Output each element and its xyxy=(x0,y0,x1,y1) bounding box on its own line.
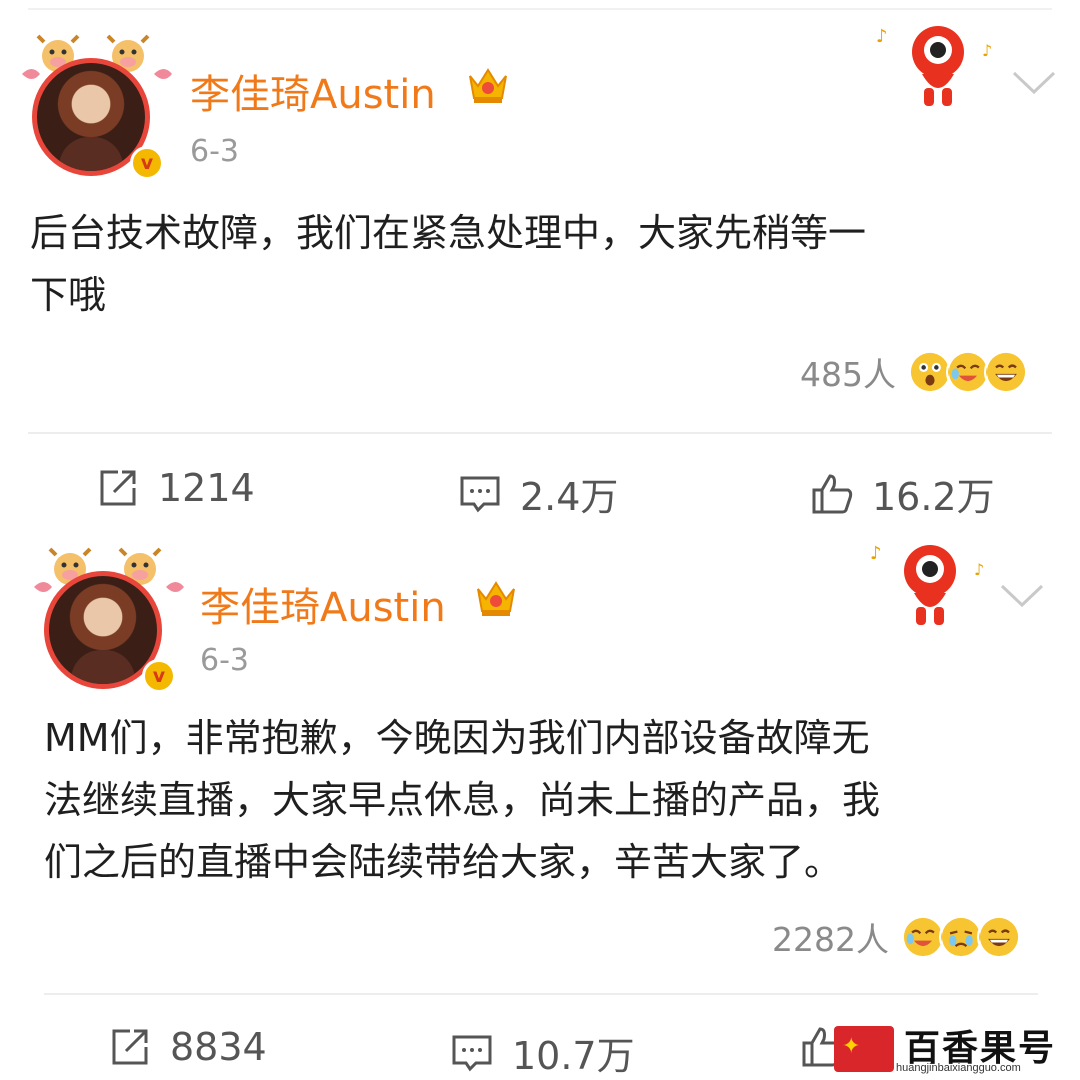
like-icon xyxy=(812,473,853,513)
content-line: MM们，非常抱歉，今晚因为我们内部设备故障无 xyxy=(44,716,870,760)
mascot-icon: ♪♪ xyxy=(870,543,984,625)
content-line: 下哦 xyxy=(30,273,107,317)
repost-icon xyxy=(100,470,136,506)
svg-text:♪: ♪ xyxy=(876,26,888,47)
weibo-post: v 李佳琦Austin 6-3 ♪ ♪ MM们，非常抱歉，今晚因为我们内部设备故障… xyxy=(0,535,1080,1080)
divider xyxy=(28,8,1052,10)
post-content: MM们，非常抱歉，今晚因为我们内部设备故障无 法继续直播，大家早点休息，尚未上播… xyxy=(44,707,880,893)
divider xyxy=(44,993,1038,995)
grinning-emoji-icon xyxy=(976,915,1021,959)
crown-icon xyxy=(477,581,515,616)
comment-icon xyxy=(460,476,500,512)
svg-text:♪: ♪ xyxy=(982,41,992,60)
post-date: 6-3 xyxy=(190,134,239,169)
divider xyxy=(28,432,1052,434)
repost-icon xyxy=(112,1029,148,1065)
grinning-emoji-icon xyxy=(984,350,1028,394)
post-content: 后台技术故障，我们在紧急处理中，大家先稍等一 下哦 xyxy=(30,202,866,326)
repost-count: 8834 xyxy=(170,1025,267,1069)
weibo-post: v 李佳琦Austin 6-3 ♪ ♪ 后台技术故障，我们在紧急处理中，大家先稍等… xyxy=(0,0,1080,535)
user-avatar[interactable]: v xyxy=(34,547,184,693)
username[interactable]: 李佳琦Austin xyxy=(190,62,436,120)
username[interactable]: 李佳琦Austin xyxy=(200,575,446,633)
watermark-url: huangjinbaixiangguo.com xyxy=(896,1062,1021,1074)
comment-icon xyxy=(452,1035,492,1071)
watermark: 百香果号 huangjinbaixiangguo.com xyxy=(834,1020,1066,1078)
verified-badge: v xyxy=(130,146,164,180)
svg-text:♪: ♪ xyxy=(870,543,882,564)
comment-count: 2.4万 xyxy=(520,475,619,519)
content-line: 法继续直播，大家早点休息，尚未上播的产品，我 xyxy=(44,778,881,822)
comment-button[interactable]: 2.4万 xyxy=(458,466,618,521)
reactions-bar[interactable]: 485人 xyxy=(800,348,1028,396)
reactions-bar[interactable]: 2282人 xyxy=(772,913,1021,961)
chevron-down-icon[interactable] xyxy=(1012,70,1056,96)
chevron-down-icon[interactable] xyxy=(1000,583,1044,609)
user-avatar[interactable]: v xyxy=(22,34,172,180)
repost-button[interactable]: 8834 xyxy=(108,1025,267,1069)
reactions-count: 485人 xyxy=(800,355,896,394)
repost-count: 1214 xyxy=(158,466,255,510)
crown-icon xyxy=(469,68,507,103)
mascot-icon: ♪♪ xyxy=(876,26,992,106)
post-date: 6-3 xyxy=(200,643,249,678)
comment-count: 10.7万 xyxy=(512,1034,635,1078)
watermark-logo-icon xyxy=(834,1026,894,1072)
svg-text:♪: ♪ xyxy=(974,560,984,579)
reactions-count: 2282人 xyxy=(772,920,889,959)
content-line: 们之后的直播中会陆续带给大家，辛苦大家了。 xyxy=(44,840,843,884)
content-line: 后台技术故障，我们在紧急处理中，大家先稍等一 xyxy=(30,211,867,255)
verified-badge: v xyxy=(142,659,176,693)
like-count: 16.2万 xyxy=(872,475,995,519)
like-button[interactable]: 16.2万 xyxy=(810,466,995,521)
comment-button[interactable]: 10.7万 xyxy=(450,1025,635,1080)
repost-button[interactable]: 1214 xyxy=(96,466,255,510)
